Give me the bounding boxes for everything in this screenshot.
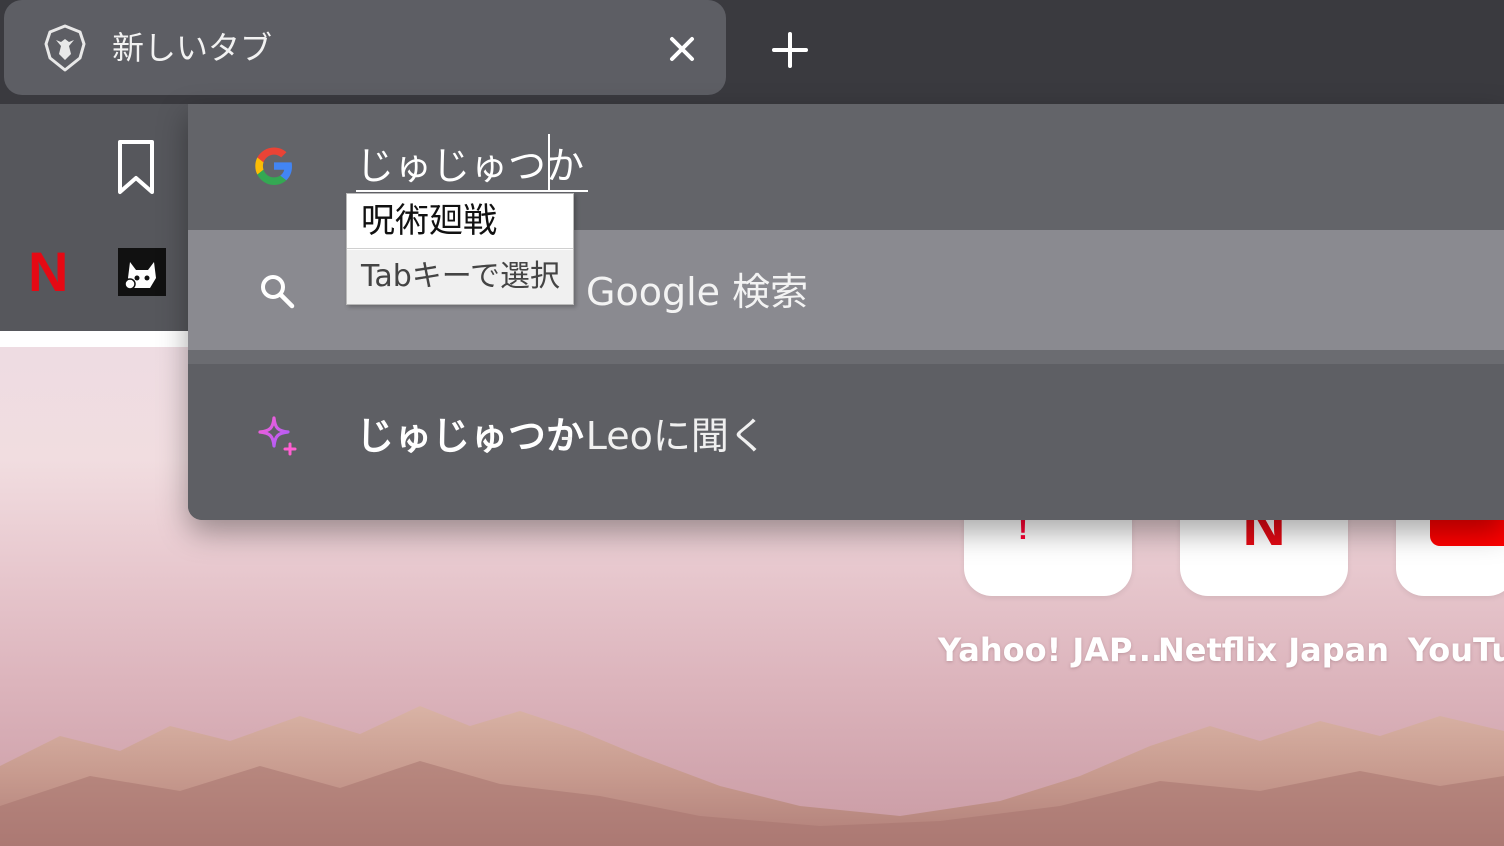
google-icon xyxy=(255,147,292,185)
leo-query-text: じゅじゅつか xyxy=(356,414,585,458)
suggestion-divider xyxy=(188,350,1504,364)
close-icon[interactable] xyxy=(660,27,704,71)
brave-lion-icon xyxy=(44,24,86,72)
speed-dial-label-youtube: YouTu xyxy=(1408,631,1504,669)
netflix-logo-icon: N xyxy=(1242,520,1286,558)
yahoo-logo-icon: ! xyxy=(1018,520,1028,540)
bookmark-icon[interactable] xyxy=(112,138,160,198)
search-icon xyxy=(261,275,295,309)
ime-candidate-window: 呪術廻戦 Tabキーで選択 xyxy=(346,193,574,305)
suggestion-text-google-search: Google 検索 xyxy=(586,270,809,314)
omnibox-input[interactable]: じゅじゅつか xyxy=(356,142,589,192)
cat-avatar-icon[interactable] xyxy=(118,248,166,296)
speed-dial-label-netflix: Netflix Japan xyxy=(1158,631,1390,669)
leo-suffix-text: - Leoに聞く xyxy=(560,414,767,458)
leo-sparkle-icon xyxy=(258,416,297,456)
tab-title: 新しいタブ xyxy=(112,29,273,67)
youtube-logo-icon xyxy=(1430,520,1504,546)
plus-icon[interactable] xyxy=(766,26,814,74)
bookmarks-bar-edge xyxy=(0,331,198,347)
text-caret xyxy=(548,134,550,192)
ime-separator xyxy=(347,248,573,249)
ime-hint: Tabキーで選択 xyxy=(347,250,573,304)
tab-new-tab[interactable]: 新しいタブ xyxy=(4,0,726,95)
ime-candidate-item[interactable]: 呪術廻戦 xyxy=(347,194,573,248)
tab-strip: 新しいタブ xyxy=(0,0,1504,104)
netflix-icon[interactable]: N xyxy=(28,244,68,300)
mountain-background-image xyxy=(0,706,1504,846)
speed-dial-label-yahoo: Yahoo! JAP... xyxy=(938,631,1164,669)
